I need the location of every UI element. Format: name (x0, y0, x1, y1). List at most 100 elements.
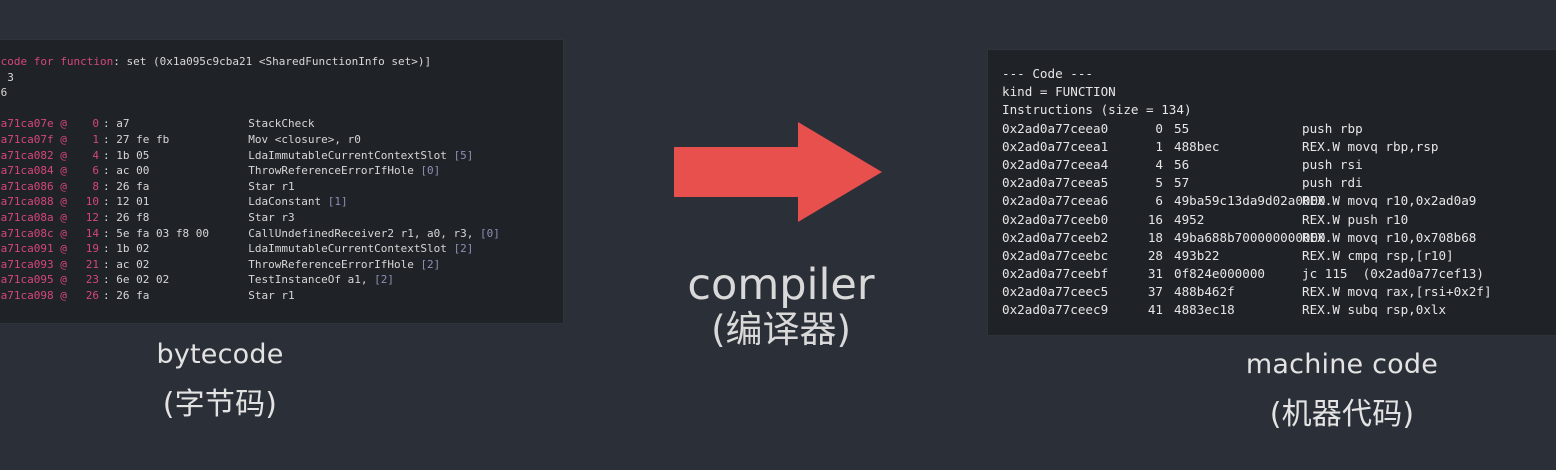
bytecode-row: 0a71ca086 @ 8: 26 fa Star r1 (0, 179, 500, 195)
machine-code-address: 0x2ad0a77ceebc (1002, 247, 1109, 263)
machine-code-asm: jc 115 (0x2ad0a77cef13) (1302, 266, 1484, 282)
bytecode-row: 0a71ca093 @ 21: ac 02 ThrowReferenceErrorI… (0, 257, 500, 273)
bytecode-offset: 14 (85, 226, 99, 240)
bytecode-separator: : (103, 242, 117, 256)
bytecode-separator: : (103, 226, 117, 240)
bytecode-offset: 19 (85, 242, 99, 256)
machine-code-row: 0x2ad0a77ceec5 37 488b462f REX.W movq rax,[… (1002, 283, 1492, 301)
bytecode-bytes: 5e fa 03 f8 00 (116, 226, 209, 240)
right-arrow-icon (674, 122, 882, 222)
bytecode-separator: : (103, 195, 117, 209)
bytecode-header-line: 6 (0, 85, 500, 101)
machine-code-address: 0x2ad0a77ceebf (1002, 266, 1109, 282)
compiler-label: compiler (编译器) (646, 263, 916, 353)
bytecode-separator: : (103, 148, 117, 162)
machine-code-header-line: --- Code --- (1002, 66, 1093, 81)
bytecode-offset: 21 (85, 257, 99, 271)
bytecode-panel: ecode for function: set (0x1a095c9cba21 … (0, 40, 563, 323)
bytecode-address: 0a71ca095 @ (0, 273, 67, 287)
machine-code-asm: push rsi (1302, 156, 1363, 172)
machine-code-offset: 28 (1147, 247, 1163, 263)
machine-code-caption-zh: (机器代码) (1269, 397, 1415, 432)
machine-code-hex: 55 (1174, 120, 1190, 136)
machine-code-offset: 6 (1155, 193, 1163, 209)
bytecode-bytes: 12 01 (116, 195, 150, 209)
bytecode-instruction: LdaImmutableCurrentContextSlot (248, 242, 454, 256)
machine-code-address: 0x2ad0a77ceea4 (1002, 156, 1109, 172)
bytecode-argument: [0] (480, 226, 500, 240)
bytecode-instruction: LdaConstant (248, 195, 328, 209)
machine-code-offset: 41 (1147, 302, 1163, 318)
machine-code-address: 0x2ad0a77ceec5 (1002, 284, 1109, 300)
bytecode-address: 0a71ca088 @ (0, 195, 67, 209)
compiler-label-zh: (编译器) (711, 308, 851, 351)
bytecode-bytes: 27 fe fb (116, 132, 170, 146)
bytecode-offset: 23 (85, 273, 99, 287)
machine-code-hex: 0f824e000000 (1174, 266, 1265, 282)
bytecode-bytes: 6e 02 02 (116, 273, 170, 287)
bytecode-argument: [2] (453, 242, 474, 256)
bytecode-address: 0a71ca082 @ (0, 148, 67, 162)
bytecode-bytes: 1b 05 (116, 148, 150, 162)
bytecode-instruction: TestInstanceOf a1, (248, 273, 375, 287)
bytecode-offset: 26 (85, 288, 99, 302)
bytecode-bytes: ac 02 (116, 257, 150, 271)
bytecode-separator: : (103, 132, 117, 146)
machine-code-address: 0x2ad0a77ceea5 (1002, 175, 1109, 191)
bytecode-offset: 8 (92, 179, 99, 193)
machine-code-offset: 16 (1147, 211, 1163, 227)
bytecode-row: 0a71ca08a @ 12: 26 f8 Star r3 (0, 210, 500, 226)
bytecode-separator: : (103, 288, 117, 302)
bytecode-header-line: t 3 (0, 70, 500, 86)
machine-code-row: 0x2ad0a77ceebf 31 0f824e000000 jc 115 (0x2a… (1002, 265, 1492, 283)
bytecode-header-segment: t 3 (0, 70, 14, 84)
bytecode-separator: : (103, 257, 117, 271)
bytecode-address: 0a71ca093 @ (0, 257, 67, 271)
bytecode-row: 0a71ca095 @ 23: 6e 02 02 TestInstanceOf a1… (0, 272, 500, 288)
bytecode-instruction: Star r1 (248, 288, 295, 302)
bytecode-address: 0a71ca098 @ (0, 288, 67, 302)
machine-code-address: 0x2ad0a77ceea1 (1002, 138, 1109, 154)
compiler-label-en: compiler (687, 260, 875, 310)
bytecode-header-segment: 6 (0, 86, 8, 100)
bytecode-instruction: CallUndefinedReceiver2 r1, a0, r3, (248, 226, 481, 240)
machine-code-row: 0x2ad0a77ceebc 28 493b22 REX.W cmpq rsp,[r1… (1002, 247, 1492, 265)
machine-code-hex: 49ba59c13da9d02a0000 (1174, 193, 1326, 209)
machine-code-caption: machine code (机器代码) (1210, 350, 1474, 434)
machine-code-address: 0x2ad0a77ceec9 (1002, 302, 1109, 318)
bytecode-offset: 10 (85, 195, 99, 209)
bytecode-row: 0a71ca084 @ 6: ac 00 ThrowReferenceErrorIf… (0, 163, 500, 179)
bytecode-bytes: 26 f8 (116, 210, 150, 224)
bytecode-row: 0a71ca07f @ 1: 27 fe fb Mov <closure>, r0 (0, 132, 500, 148)
bytecode-caption: bytecode (字节码) (125, 340, 315, 424)
machine-code-hex: 488bec (1174, 138, 1220, 154)
bytecode-header-line (0, 101, 500, 117)
bytecode-row: 0a71ca091 @ 19: 1b 02 LdaImmutableCurrentC… (0, 241, 500, 257)
bytecode-row: 0a71ca08c @ 14: 5e fa 03 f8 00 CallUndefin… (0, 226, 500, 242)
machine-code-listing: --- Code --- kind = FUNCTION Instructions … (1002, 65, 1492, 320)
machine-code-row: 0x2ad0a77ceea4 4 56 push rsi (1002, 156, 1492, 174)
machine-code-asm: REX.W movq r10,0x708b68 (1302, 229, 1477, 245)
bytecode-bytes: a7 (116, 117, 130, 131)
bytecode-address: 0a71ca08c @ (0, 226, 67, 240)
bytecode-bytes: ac 00 (116, 164, 150, 178)
machine-code-asm: REX.W movq rax,[rsi+0x2f] (1302, 284, 1492, 300)
bytecode-row: 0a71ca088 @ 10: 12 01 LdaConstant [1] (0, 194, 500, 210)
machine-code-asm: REX.W push r10 (1302, 211, 1409, 227)
bytecode-argument: [2] (374, 273, 394, 287)
machine-code-asm: REX.W movq rbp,rsp (1302, 138, 1439, 154)
bytecode-address: 0a71ca091 @ (0, 242, 67, 256)
machine-code-row: 0x2ad0a77ceea6 6 49ba59c13da9d02a0000REX.W… (1002, 192, 1492, 210)
machine-code-hex: 56 (1174, 156, 1190, 172)
machine-code-address: 0x2ad0a77ceeb2 (1002, 229, 1109, 245)
machine-code-address: 0x2ad0a77ceea6 (1002, 193, 1109, 209)
bytecode-bytes: 1b 02 (116, 242, 150, 256)
machine-code-panel: --- Code --- kind = FUNCTION Instructions … (988, 50, 1556, 335)
machine-code-row: 0x2ad0a77ceea5 5 57 push rdi (1002, 174, 1492, 192)
bytecode-listing: ecode for function: set (0x1a095c9cba21 … (0, 54, 500, 304)
machine-code-hex: 4952 (1174, 211, 1205, 227)
bytecode-address: 0a71ca086 @ (0, 179, 67, 193)
bytecode-instruction: LdaImmutableCurrentContextSlot (248, 148, 454, 162)
machine-code-asm: push rbp (1302, 120, 1363, 136)
bytecode-argument: [0] (420, 164, 441, 178)
